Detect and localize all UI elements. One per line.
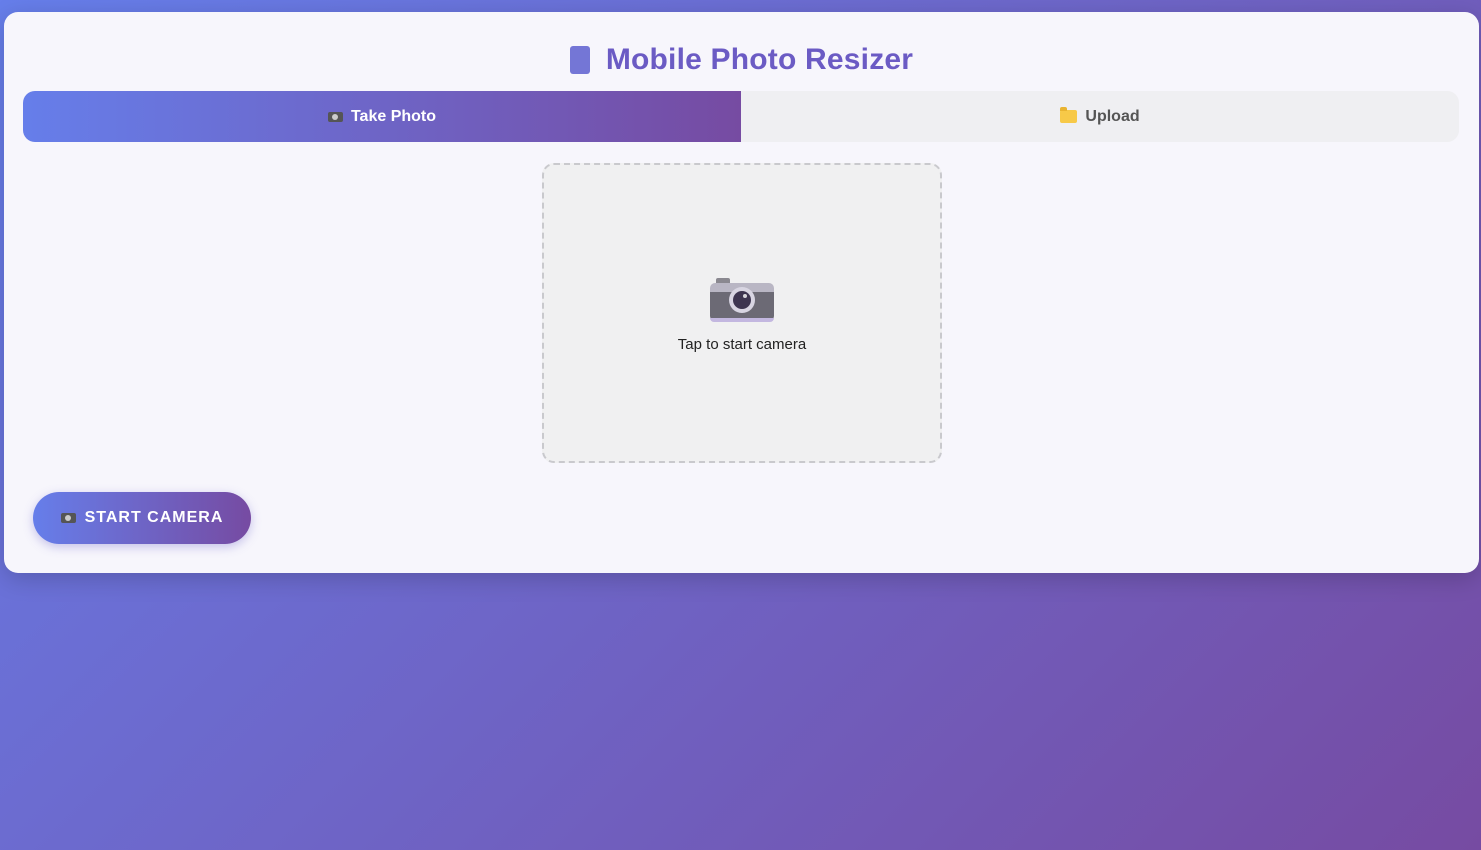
folder-icon [1060, 107, 1078, 123]
camera-icon [710, 277, 774, 322]
tab-label: Take Photo [350, 107, 437, 125]
mobile-phone-icon [569, 46, 590, 74]
tab-label: Upload [1085, 107, 1140, 125]
camera-preview-area[interactable]: Tap to start camera [542, 163, 942, 463]
camera-icon [60, 513, 76, 523]
mode-tabs: Take Photo Upload [23, 91, 1459, 142]
camera-icon [327, 111, 343, 122]
preview-hint: Tap to start camera [677, 335, 807, 353]
start-camera-label: START CAMERA [84, 509, 224, 526]
tab-upload[interactable]: Upload [741, 91, 1459, 142]
page-title: Mobile Photo Resizer [605, 43, 914, 76]
header: Mobile Photo Resizer [4, 38, 1479, 82]
start-camera-button[interactable]: START CAMERA [33, 492, 251, 544]
tab-take-photo[interactable]: Take Photo [23, 91, 741, 142]
main-card: Mobile Photo Resizer Take Photo Upload T… [4, 12, 1479, 573]
